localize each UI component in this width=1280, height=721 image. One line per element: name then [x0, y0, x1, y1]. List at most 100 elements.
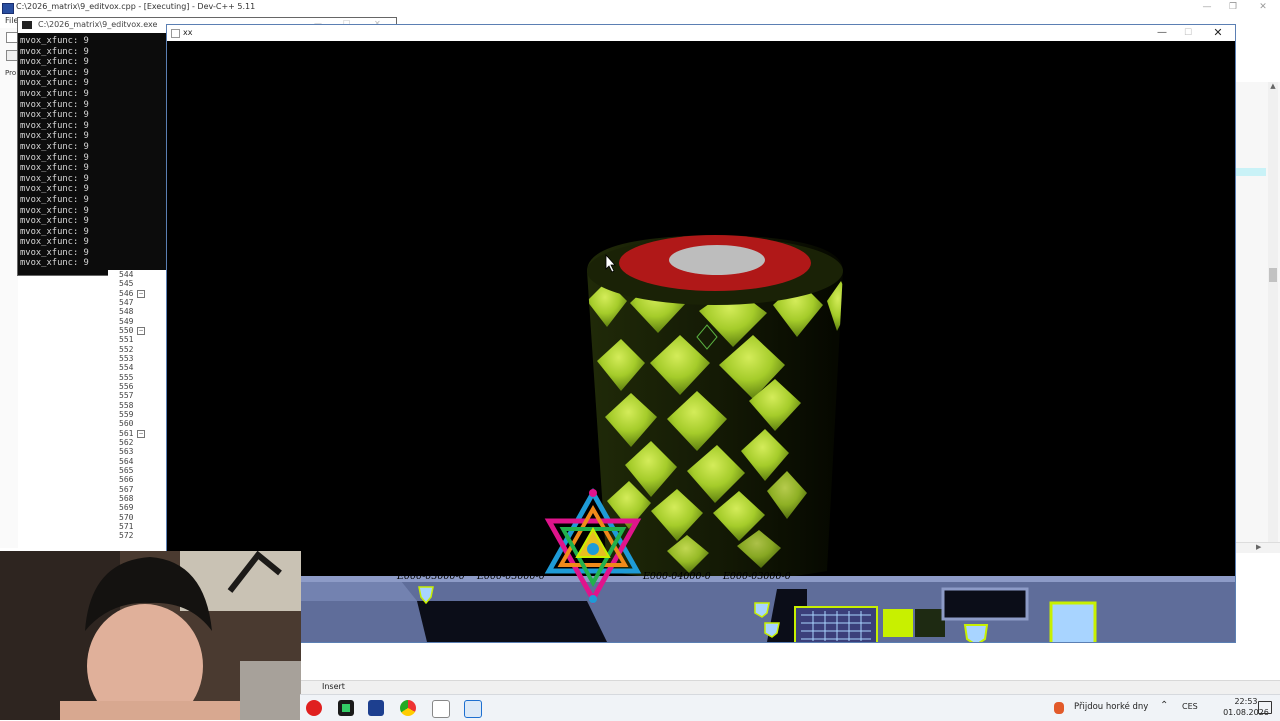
line-number: 544 [119, 270, 134, 279]
editor-vertical-scrollbar[interactable]: ▲ [1268, 82, 1278, 542]
line-number: 549 [119, 316, 134, 326]
console-line: mvox_xfunc: 9 [20, 247, 89, 258]
hud-readout-1: E000-03000-0 [396, 571, 465, 582]
color-swatch-blue[interactable] [1049, 601, 1097, 642]
line-number: 568 [119, 493, 134, 503]
line-number: 546 [119, 288, 134, 298]
game-titlebar[interactable]: xx — ☐ ✕ [167, 25, 1235, 41]
fold-toggle-icon[interactable]: − [137, 429, 145, 438]
console-app-icon [22, 21, 32, 29]
devcpp-statusbar [300, 680, 1280, 695]
console-line: mvox_xfunc: 9 [20, 99, 89, 110]
game-close-icon[interactable]: ✕ [1207, 25, 1229, 41]
devcpp-app-icon [2, 3, 14, 14]
devcpp-minimize-icon[interactable]: — [1196, 0, 1218, 15]
console-line: mvox_xfunc: 9 [20, 216, 89, 227]
hud-readout-4: E000-03000-0 [722, 571, 791, 582]
active-app-icon[interactable] [464, 700, 482, 718]
line-number: 552 [119, 344, 134, 354]
editor-line-highlight [1236, 168, 1266, 176]
line-number: 550 [119, 325, 134, 335]
windows-taskbar: Přijdou horké dny ⌃ CES 22:53 01.08.2026 [300, 694, 1280, 721]
hud-shield-right-icon[interactable] [963, 624, 989, 642]
line-number: 555 [119, 372, 134, 382]
line-number: 553 [119, 353, 134, 363]
project-tab-label[interactable]: Pro [5, 69, 16, 77]
devcpp-project-strip [0, 28, 18, 548]
console-line: mvox_xfunc: 9 [20, 131, 89, 142]
console-line: mvox_xfunc: 9 [20, 152, 89, 163]
status-insert-mode: Insert [322, 682, 345, 691]
game-app-icon [171, 29, 180, 38]
line-number: 560 [119, 419, 134, 429]
devcpp-restore-icon[interactable]: ❐ [1222, 0, 1244, 15]
console-line: mvox_xfunc: 9 [20, 141, 89, 152]
console-line: mvox_xfunc: 9 [20, 237, 89, 248]
console-line: mvox_xfunc: 9 [20, 226, 89, 237]
line-number: 557 [119, 391, 134, 401]
console-line: mvox_xfunc: 9 [20, 258, 89, 269]
game-minimize-icon[interactable]: — [1151, 25, 1173, 41]
render-viewport[interactable]: E000-03000-0 E000-03000-0 E000-04000-0 E… [167, 41, 1235, 642]
chrome-icon[interactable] [400, 700, 416, 716]
hud-readout-2: E000-03000-0 [476, 571, 545, 582]
console-line: mvox_xfunc: 9 [20, 110, 89, 121]
line-number: 558 [119, 400, 134, 410]
game-window-title: xx [183, 28, 193, 37]
console-line: mvox_xfunc: 9 [20, 67, 89, 78]
line-number: 572 [119, 531, 134, 541]
hud-grid-display[interactable] [794, 606, 878, 642]
line-number: 559 [119, 409, 134, 419]
weather-text[interactable]: Přijdou horké dny [1074, 702, 1148, 712]
line-number: 548 [119, 307, 134, 317]
tray-chevron-up-icon[interactable]: ⌃ [1160, 700, 1168, 711]
console-output: mvox_xfunc: 9 mvox_xfunc: 9 mvox_xfunc: 9m… [20, 36, 170, 269]
console-line: mvox_xfunc: 9 [20, 173, 89, 184]
notification-center-icon[interactable] [1258, 701, 1272, 714]
game-window: xx — ☐ ✕ E000-03000-0 E000-03000-0 E000-… [166, 24, 1236, 643]
hud-dark-monitor [941, 587, 1029, 621]
fold-toggle-icon[interactable]: − [137, 289, 145, 298]
line-number: 571 [119, 521, 134, 531]
fold-toggle-icon[interactable]: − [137, 326, 145, 335]
devcpp-close-icon[interactable]: ✕ [1252, 0, 1274, 15]
console-line: mvox_xfunc: 9 [20, 205, 89, 216]
console-line: mvox_xfunc: 9 [20, 36, 89, 46]
console-line: mvox_xfunc: 9 [20, 78, 89, 89]
weather-thermometer-icon[interactable] [1054, 702, 1064, 714]
line-number: 547 [119, 297, 134, 307]
line-number: 562 [119, 437, 134, 447]
console-line: mvox_xfunc: 9 [20, 57, 89, 68]
media-record-icon[interactable] [306, 700, 322, 716]
window-app-icon[interactable] [432, 700, 450, 718]
line-number: 545 [119, 279, 134, 289]
devcpp-titlebar[interactable]: C:\2026_matrix\9_editvox.cpp - [Executin… [0, 0, 1280, 16]
line-number: 564 [119, 456, 134, 466]
line-number: 567 [119, 484, 134, 494]
color-swatch-lime[interactable] [883, 609, 913, 637]
console-line: mvox_xfunc: 9 [20, 88, 89, 99]
scroll-up-icon[interactable]: ▲ [1269, 82, 1277, 94]
line-number: 566 [119, 475, 134, 485]
line-number: 570 [119, 512, 134, 522]
webcam-image [0, 551, 301, 720]
input-language[interactable]: CES [1182, 702, 1198, 711]
game-maximize-icon[interactable]: ☐ [1177, 25, 1199, 41]
scroll-thumb[interactable] [1269, 268, 1277, 282]
scroll-right-icon[interactable]: ▶ [1256, 543, 1261, 551]
line-number: 563 [119, 447, 134, 457]
line-number: 556 [119, 381, 134, 391]
console-line: mvox_xfunc: 9 [20, 194, 89, 205]
console-window-title: C:\2026_matrix\9_editvox.exe [38, 20, 158, 29]
line-number: 554 [119, 363, 134, 373]
line-number: 551 [119, 335, 134, 345]
devcpp-window-title: C:\2026_matrix\9_editvox.cpp - [Executin… [16, 2, 256, 11]
hud-readout-3: E000-04000-0 [642, 571, 711, 582]
console-line: mvox_xfunc: 9 [20, 163, 89, 174]
hud-panel-gap-left [417, 601, 607, 642]
terminal-icon[interactable] [338, 700, 354, 716]
webcam-overlay [0, 551, 301, 720]
line-number: 561 [119, 428, 134, 438]
color-swatch-dark[interactable] [915, 609, 945, 637]
dev-cpp-icon[interactable] [368, 700, 384, 716]
